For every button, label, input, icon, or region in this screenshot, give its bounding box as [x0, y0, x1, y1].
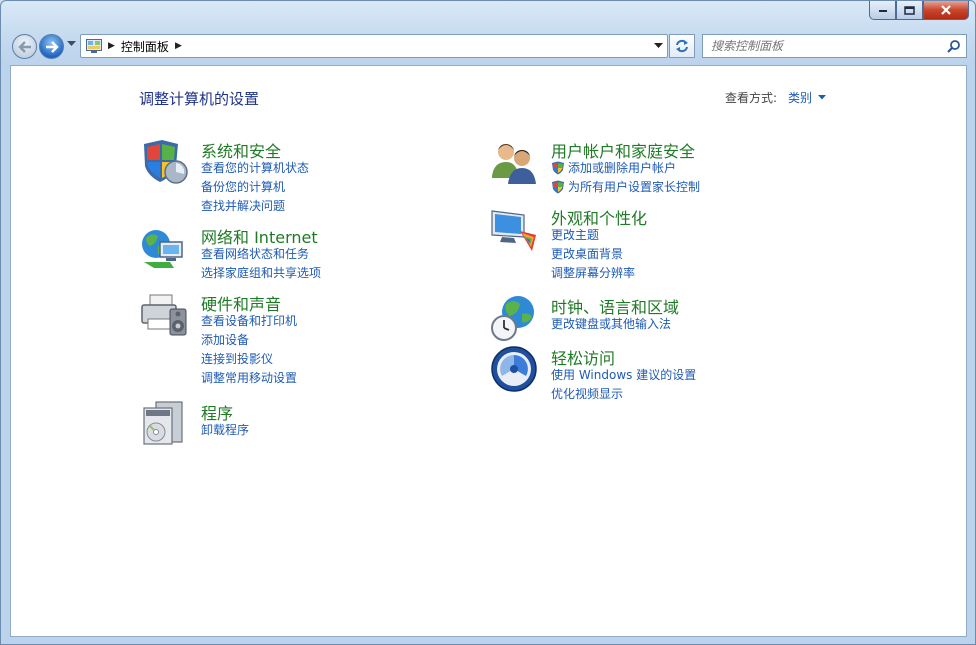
arrow-left-icon — [17, 40, 31, 53]
category-links: 卸载程序 — [201, 420, 249, 439]
control-panel-icon — [86, 39, 102, 53]
search-icon[interactable] — [947, 39, 961, 53]
clock-language-icon — [491, 296, 534, 341]
address-dropdown-icon[interactable] — [654, 43, 663, 49]
hardware-sound-icon — [141, 294, 187, 336]
link-network-status[interactable]: 查看网络状态和任务 — [201, 244, 321, 263]
category-links: 使用 Windows 建议的设置 优化视频显示 — [551, 365, 696, 403]
view-by-value[interactable]: 类别 — [788, 89, 812, 106]
content-pane: 调整计算机的设置 查看方式: 类别 系统和安全 查看您的计算机状态 备份您的计算… — [10, 65, 967, 637]
network-icon — [142, 230, 183, 268]
user-accounts-icon — [492, 144, 536, 184]
link-label[interactable]: 添加或删除用户帐户 — [568, 159, 676, 176]
category-links: 更改键盘或其他输入法 — [551, 314, 671, 333]
ease-of-access-icon — [491, 346, 537, 392]
category-links: 查看网络状态和任务 选择家庭组和共享选项 — [201, 244, 321, 282]
link-screen-resolution[interactable]: 调整屏幕分辨率 — [551, 263, 635, 282]
category-links: 添加或删除用户帐户 为所有用户设置家长控制 — [551, 158, 700, 196]
page-title: 调整计算机的设置 — [139, 90, 260, 108]
link-backup-computer[interactable]: 备份您的计算机 — [201, 177, 309, 196]
link-connect-projector[interactable]: 连接到投影仪 — [201, 349, 297, 368]
caption-buttons — [869, 1, 969, 20]
forward-button[interactable] — [39, 34, 64, 59]
refresh-button[interactable] — [669, 34, 695, 58]
link-homegroup-sharing[interactable]: 选择家庭组和共享选项 — [201, 263, 321, 282]
link-devices-printers[interactable]: 查看设备和打印机 — [201, 311, 297, 330]
arrow-right-icon — [45, 40, 59, 53]
breadcrumb-separator-icon[interactable]: ▶ — [175, 41, 182, 51]
breadcrumb-separator-icon[interactable]: ▶ — [108, 41, 115, 51]
link-change-theme[interactable]: 更改主题 — [551, 225, 635, 244]
close-icon — [941, 5, 951, 15]
search-input[interactable] — [709, 38, 943, 54]
control-panel-window: ▶ 控制面板 ▶ 调整计算机的设置 查看方式: 类别 — [0, 0, 976, 645]
link-add-remove-users[interactable]: 添加或删除用户帐户 — [551, 158, 700, 177]
link-keyboard-input[interactable]: 更改键盘或其他输入法 — [551, 314, 671, 333]
back-button[interactable] — [12, 34, 37, 59]
link-change-background[interactable]: 更改桌面背景 — [551, 244, 635, 263]
view-by-dropdown[interactable]: 类别 — [788, 89, 827, 106]
appearance-icon — [491, 210, 536, 251]
view-by-label: 查看方式: — [725, 91, 778, 105]
link-add-device[interactable]: 添加设备 — [201, 330, 297, 349]
refresh-icon — [676, 39, 688, 53]
close-button[interactable] — [923, 1, 969, 20]
minimize-icon — [878, 10, 887, 12]
link-parental-controls[interactable]: 为所有用户设置家长控制 — [551, 177, 700, 196]
maximize-button[interactable] — [896, 1, 923, 20]
minimize-button[interactable] — [869, 1, 896, 20]
link-optimize-display[interactable]: 优化视频显示 — [551, 384, 696, 403]
maximize-icon — [904, 5, 915, 15]
category-links: 更改主题 更改桌面背景 调整屏幕分辨率 — [551, 225, 635, 282]
link-find-fix-problems[interactable]: 查找并解决问题 — [201, 196, 309, 215]
programs-icon — [143, 401, 183, 445]
system-security-icon — [144, 140, 188, 184]
address-bar[interactable]: ▶ 控制面板 ▶ — [80, 34, 668, 58]
category-links: 查看您的计算机状态 备份您的计算机 查找并解决问题 — [201, 158, 309, 215]
link-uninstall-program[interactable]: 卸载程序 — [201, 420, 249, 439]
title-bar — [1, 1, 975, 29]
uac-shield-icon — [552, 180, 564, 193]
breadcrumb-control-panel[interactable]: 控制面板 — [121, 38, 169, 55]
search-box[interactable] — [702, 34, 967, 58]
link-label[interactable]: 为所有用户设置家长控制 — [568, 178, 700, 195]
navigation-toolbar: ▶ 控制面板 ▶ — [1, 31, 975, 63]
chevron-down-icon — [818, 95, 827, 100]
recent-pages-dropdown[interactable] — [67, 41, 76, 47]
uac-shield-icon — [552, 161, 564, 174]
link-view-computer-status[interactable]: 查看您的计算机状态 — [201, 158, 309, 177]
category-links: 查看设备和打印机 添加设备 连接到投影仪 调整常用移动设置 — [201, 311, 297, 387]
link-windows-recommended-settings[interactable]: 使用 Windows 建议的设置 — [551, 365, 696, 384]
link-mobility-settings[interactable]: 调整常用移动设置 — [201, 368, 297, 387]
